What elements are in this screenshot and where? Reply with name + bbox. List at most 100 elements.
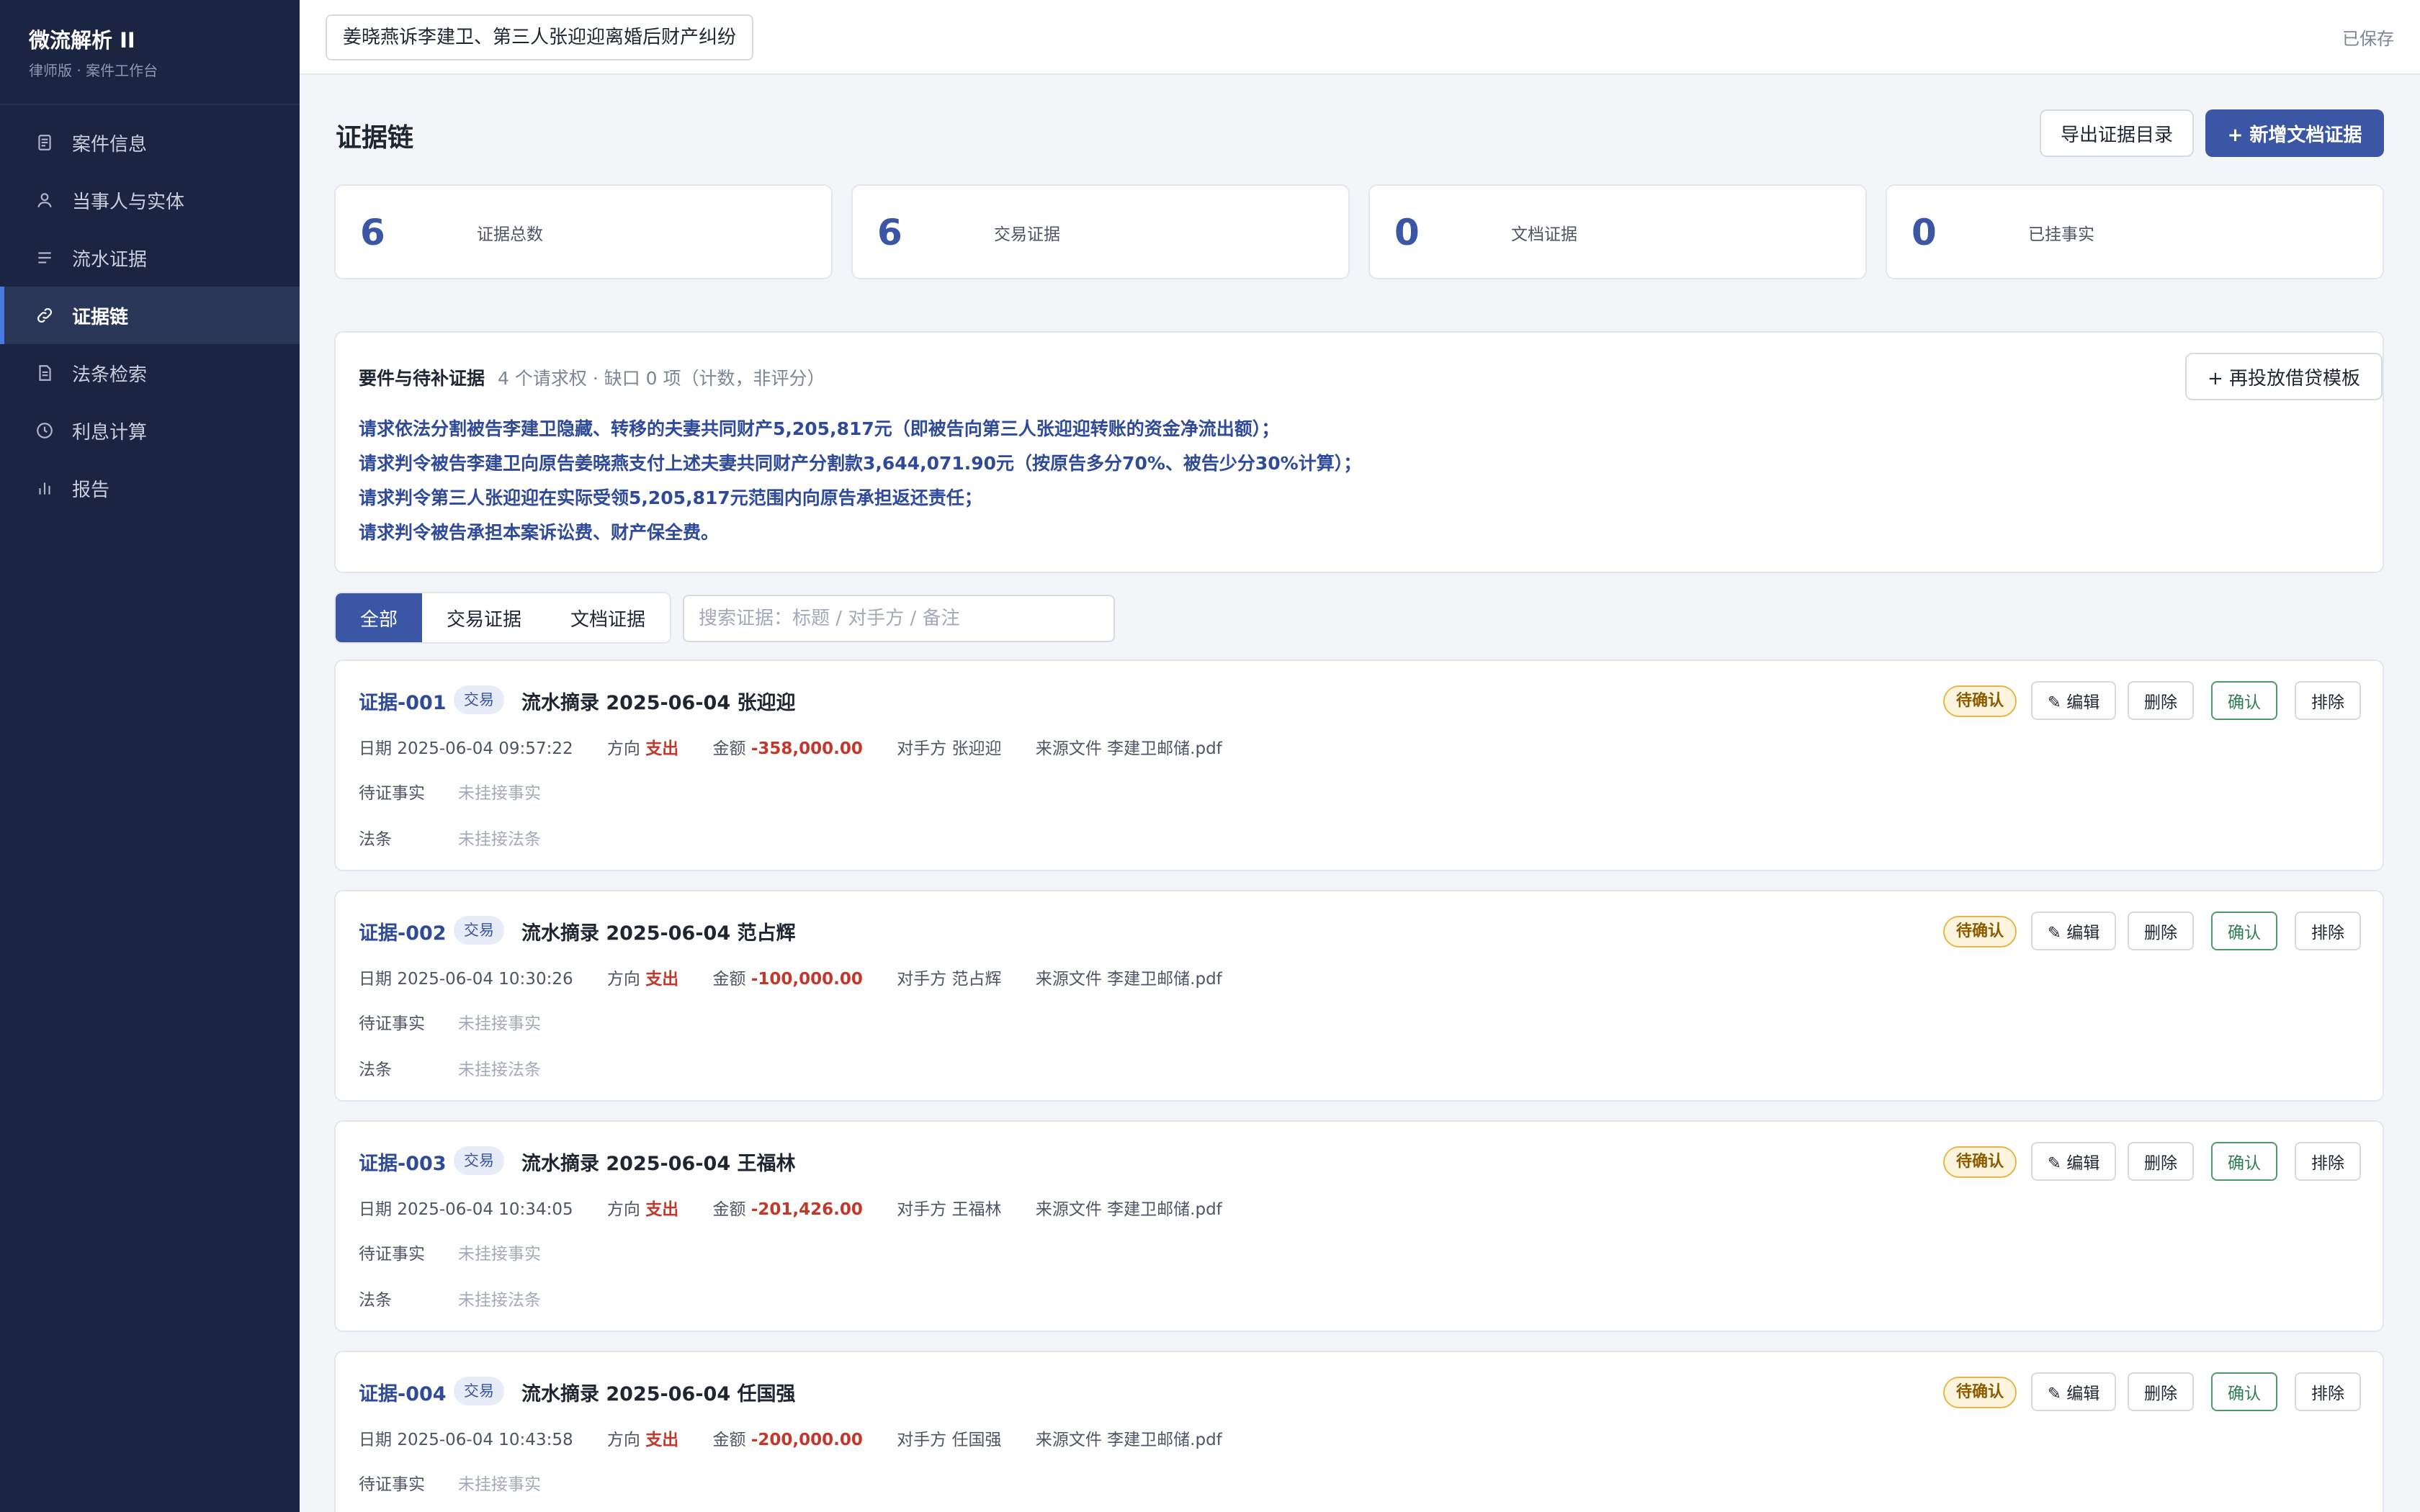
link-icon [35,305,55,325]
evidence-id[interactable]: 证据-001 [359,687,447,715]
source-label: 来源文件 [1035,739,1102,758]
evidence-card: 证据-001 交易 流水摘录 2025-06-04 张迎迎 日期 2025-06… [334,660,2384,871]
claim-item[interactable]: 请求判令第三人张迎迎在实际受领5,205,817元范围内向原告承担返还责任； [359,481,1361,516]
evidence-amount: -200,000.00 [750,1431,863,1449]
case-title[interactable]: 姜晓燕诉李建卫、第三人张迎迎离婚后财产纠纷 [326,14,754,60]
evidence-type-tag: 交易 [454,1146,504,1175]
source-label: 来源文件 [1035,970,1102,989]
sidebar-item-label: 流水证据 [72,248,148,271]
sidebar-item-flow-evidence[interactable]: 流水证据 [0,229,300,287]
add-document-evidence-button[interactable]: + 新增文档证据 [2205,109,2384,157]
evidence-id[interactable]: 证据-003 [359,1148,447,1176]
stat-value: 0 [1912,212,1937,253]
sidebar-item-label: 法条检索 [72,364,148,386]
evidence-card: 证据-002 交易 流水摘录 2025-06-04 范占辉 日期 2025-06… [334,890,2384,1102]
sidebar-item-label: 案件信息 [72,133,148,156]
delete-button[interactable]: 删除 [2128,912,2194,950]
fact-placeholder[interactable]: 未挂接事实 [458,1009,541,1034]
loan-template-button[interactable]: + 再投放借贷模板 [2185,353,2383,400]
fact-label: 待证事实 [359,1014,425,1033]
fact-row: 待证事实 未挂接事实 [359,1240,541,1264]
tab-document[interactable]: 文档证据 [546,593,670,642]
page-title: 证据链 [336,123,414,153]
amount-label: 金额 [712,1200,746,1219]
evidence-search-input[interactable] [683,595,1115,642]
status-badge: 待确认 [1943,1146,2017,1178]
stat-label: 交易证据 [994,225,1060,244]
claim-item[interactable]: 请求判令被告承担本案诉讼费、财产保全费。 [359,516,1361,550]
evidence-title: 流水摘录 2025-06-04 任国强 [521,1383,796,1405]
delete-button[interactable]: 删除 [2128,1372,2194,1411]
evidence-title: 流水摘录 2025-06-04 范占辉 [521,922,796,945]
edit-button[interactable]: ✎ 编辑 [2031,681,2116,720]
sidebar-item-label: 当事人与实体 [72,191,185,213]
edit-button[interactable]: ✎ 编辑 [2031,912,2116,950]
sidebar-item-law-search[interactable]: 法条检索 [0,344,300,402]
law-placeholder[interactable]: 未挂接法条 [458,1286,541,1310]
law-label: 法条 [359,830,392,849]
evidence-source-file[interactable]: 李建卫邮储.pdf [1107,970,1222,989]
stat-value: 0 [1394,212,1420,253]
confirm-button[interactable]: 确认 [2211,1372,2277,1411]
fact-row: 待证事实 未挂接事实 [359,1009,541,1034]
evidence-direction: 支出 [645,970,679,989]
requirements-title: 要件与待补证据 [359,368,485,389]
confirm-button[interactable]: 确认 [2211,912,2277,950]
evidence-card: 证据-003 交易 流水摘录 2025-06-04 王福林 日期 2025-06… [334,1120,2384,1332]
confirm-button[interactable]: 确认 [2211,1142,2277,1181]
sidebar-item-parties[interactable]: 当事人与实体 [0,171,300,229]
source-label: 来源文件 [1035,1431,1102,1449]
status-badge: 待确认 [1943,916,2017,948]
claim-item[interactable]: 请求依法分割被告李建卫隐藏、转移的夫妻共同财产5,205,817元（即被告向第三… [359,412,1361,446]
exclude-button[interactable]: 排除 [2295,912,2361,950]
claim-item[interactable]: 请求判令被告李建卫向原告姜晓燕支付上述夫妻共同财产分割款3,644,071.90… [359,446,1361,481]
delete-button[interactable]: 删除 [2128,1142,2194,1181]
fact-placeholder[interactable]: 未挂接事实 [458,1470,541,1495]
sidebar-item-interest[interactable]: 利息计算 [0,402,300,459]
fact-row: 待证事实 未挂接事实 [359,779,541,804]
tab-transaction[interactable]: 交易证据 [422,593,546,642]
document-icon [35,132,55,153]
delete-button[interactable]: 删除 [2128,681,2194,720]
law-placeholder[interactable]: 未挂接法条 [458,1056,541,1080]
evidence-id[interactable]: 证据-004 [359,1378,447,1406]
stat-card-facts: 0 已挂事实 [1886,184,2384,279]
exclude-button[interactable]: 排除 [2295,681,2361,720]
amount-label: 金额 [712,739,746,758]
law-label: 法条 [359,1061,392,1079]
evidence-meta: 日期 2025-06-04 10:30:26 方向 支出 金额 -100,000… [359,965,1251,989]
edit-button[interactable]: ✎ 编辑 [2031,1372,2116,1411]
evidence-source-file[interactable]: 李建卫邮储.pdf [1107,1200,1222,1219]
direction-label: 方向 [606,1431,640,1449]
evidence-source-file[interactable]: 李建卫邮储.pdf [1107,1431,1222,1449]
export-catalog-button[interactable]: 导出证据目录 [2040,109,2194,157]
edit-button[interactable]: ✎ 编辑 [2031,1142,2116,1181]
law-placeholder[interactable]: 未挂接法条 [458,825,541,850]
exclude-button[interactable]: 排除 [2295,1372,2361,1411]
evidence-meta: 日期 2025-06-04 10:43:58 方向 支出 金额 -200,000… [359,1426,1251,1450]
top-bar: 姜晓燕诉李建卫、第三人张迎迎离婚后财产纠纷 已保存 [300,0,2420,75]
stat-label: 文档证据 [1511,225,1577,244]
evidence-id[interactable]: 证据-002 [359,917,447,945]
requirements-summary: 4 个请求权 · 缺口 0 项（计数，非评分） [498,368,825,389]
evidence-direction: 支出 [645,1431,679,1449]
evidence-counterparty: 张迎迎 [951,739,1002,758]
user-icon [35,190,55,210]
evidence-source-file[interactable]: 李建卫邮储.pdf [1107,739,1222,758]
sidebar-item-report[interactable]: 报告 [0,459,300,517]
tab-all[interactable]: 全部 [336,593,423,642]
app-root: 微流解析 II 律师版 · 案件工作台 案件信息 当事人与实体 流水证据 证据链 [0,0,2420,1512]
fact-placeholder[interactable]: 未挂接事实 [458,1240,541,1264]
fact-placeholder[interactable]: 未挂接事实 [458,779,541,804]
brand: 微流解析 II 律师版 · 案件工作台 [0,0,300,105]
evidence-date: 2025-06-04 09:57:22 [397,739,573,758]
exclude-button[interactable]: 排除 [2295,1142,2361,1181]
sidebar-item-case-info[interactable]: 案件信息 [0,114,300,171]
evidence-date: 2025-06-04 10:30:26 [397,970,573,989]
sidebar-item-evidence-chain[interactable]: 证据链 [0,287,300,344]
save-status: 已保存 [2342,29,2394,49]
direction-label: 方向 [606,1200,640,1219]
evidence-type-tag: 交易 [454,685,504,714]
evidence-card: 证据-004 交易 流水摘录 2025-06-04 任国强 日期 2025-06… [334,1351,2384,1512]
confirm-button[interactable]: 确认 [2211,681,2277,720]
